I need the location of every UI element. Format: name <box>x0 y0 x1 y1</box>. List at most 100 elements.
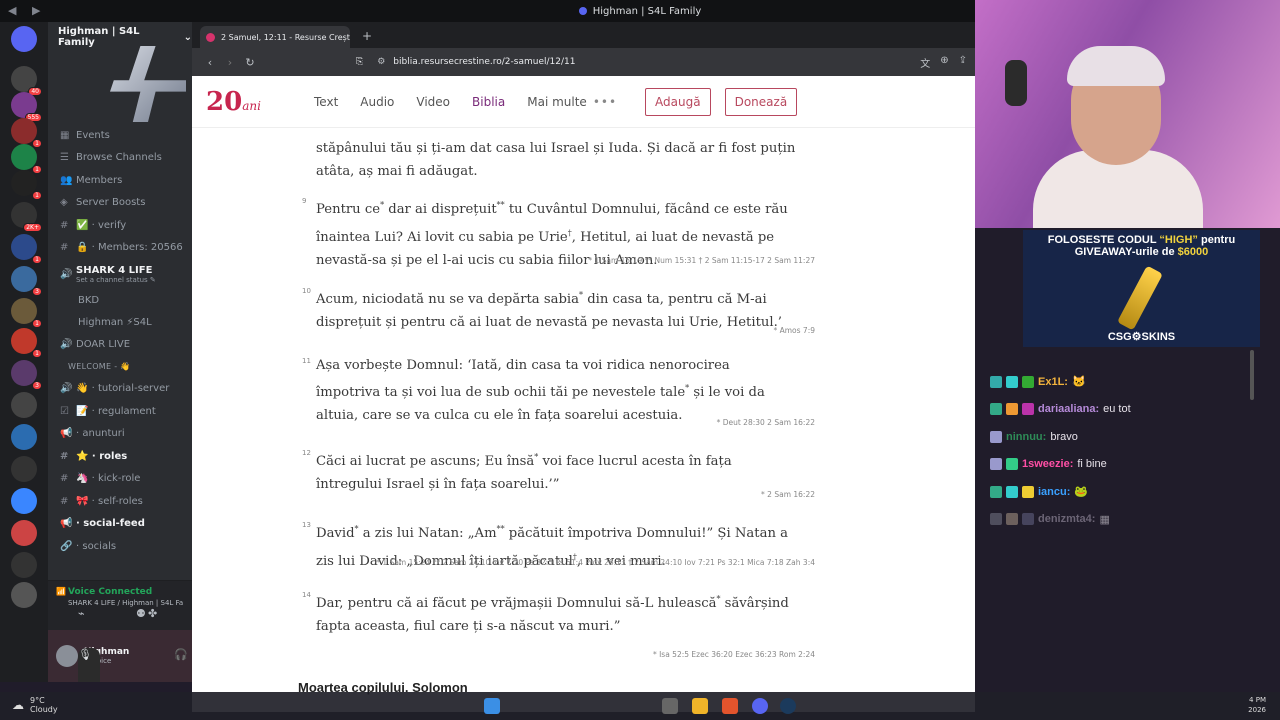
channel-item[interactable]: ☑ 📝 · regulament <box>48 400 192 423</box>
browser-tab[interactable]: 2 Samuel, 12:11 - Resurse Crești ✕ <box>200 26 350 48</box>
server-icon[interactable] <box>11 488 37 514</box>
apps-icon[interactable]: ✤ <box>148 607 157 620</box>
discord-home-icon[interactable] <box>11 26 37 52</box>
channel-item[interactable]: ☰ Browse Channels <box>48 147 192 170</box>
history-nav-icons[interactable]: ◀ ▶ <box>8 4 46 17</box>
chat-badge-icon <box>1006 485 1018 498</box>
chat-scrollbar[interactable] <box>1250 350 1254 400</box>
channel-item[interactable]: 🔊 SHARK 4 LIFE Set a channel status ✎ <box>48 259 192 289</box>
verse-references[interactable]: * 1 Sam 15:19 ** Num 15:31 † 2 Sam 11:15… <box>588 256 815 265</box>
headphones-icon[interactable]: 🎧 <box>174 648 188 661</box>
server-icon[interactable]: 1 <box>11 170 42 200</box>
server-icon[interactable] <box>11 424 37 450</box>
verse-text: stăpânului tău și ți-am dat casa lui Isr… <box>316 141 796 179</box>
add-button[interactable]: Adaugă <box>645 87 711 116</box>
channel-category[interactable]: WELCOME - 👋 <box>48 356 192 378</box>
server-icon[interactable]: 1 <box>11 298 42 328</box>
channel-item[interactable]: # ⭐ · roles <box>48 445 192 468</box>
noise-icon[interactable]: ⌁ <box>78 607 85 620</box>
server-icon[interactable]: 40 <box>11 66 42 96</box>
activity-icon[interactable]: ⚉ <box>136 607 146 620</box>
server-icon[interactable] <box>11 392 37 418</box>
taskview-icon[interactable] <box>662 698 678 714</box>
chat-text: 🐸 <box>1074 486 1089 499</box>
verse-references[interactable]: * 1 Sam 15:24 ** 2 Sam 24:10 Iov 7:20 Ps… <box>376 558 815 567</box>
nav-video[interactable]: Video <box>416 95 450 109</box>
new-tab-icon[interactable]: + <box>362 29 372 43</box>
server-icon[interactable]: 1 <box>11 118 42 148</box>
server-icon[interactable]: 2K+ <box>11 202 42 232</box>
chat-username[interactable]: Ex1L: <box>1038 376 1068 388</box>
channel-item[interactable]: 🔊 DOAR LIVE <box>48 333 192 356</box>
server-icon[interactable] <box>11 582 37 608</box>
channel-item[interactable]: # 🔒 · Members: 20566 <box>48 237 192 260</box>
forward-icon[interactable]: › <box>220 56 240 69</box>
verse-references[interactable]: * 2 Sam 16:22 <box>761 490 815 499</box>
server-icon[interactable]: 1 <box>11 234 42 264</box>
server-icon[interactable]: 1 <box>11 144 42 174</box>
verse-number: 14 <box>302 591 311 599</box>
avatar[interactable] <box>56 645 78 667</box>
clock[interactable]: 4 PM 2026 <box>1248 695 1266 715</box>
hash-icon: # <box>60 450 69 462</box>
server-icon[interactable]: 3 <box>11 360 42 390</box>
channel-item[interactable]: # 🎀 · self-roles <box>48 490 192 513</box>
channel-item[interactable]: ◈ Server Boosts <box>48 192 192 215</box>
bookmark-icon[interactable]: ⎘ <box>356 57 363 67</box>
more-dots-icon[interactable]: ••• <box>593 95 617 109</box>
zoom-icon[interactable]: ⊕ <box>940 55 948 70</box>
nav-text[interactable]: Text <box>314 95 338 109</box>
hash-icon: # <box>60 495 69 507</box>
microphone-icon[interactable]: 🎙 <box>78 648 100 682</box>
chat-username[interactable]: denizmta4: <box>1038 513 1095 525</box>
chevron-down-icon[interactable]: ⌄ <box>184 32 192 43</box>
server-icon[interactable] <box>11 456 37 482</box>
nav-biblia[interactable]: Biblia <box>472 95 505 109</box>
weather-widget[interactable]: ☁ 9°C Cloudy <box>12 696 58 714</box>
file-explorer-icon[interactable] <box>692 698 708 714</box>
channel-status[interactable]: Set a channel status ✎ <box>76 276 156 284</box>
back-icon[interactable]: ‹ <box>200 56 220 69</box>
announce-icon: 📢 <box>60 518 73 530</box>
share-icon[interactable]: ⇪ <box>959 55 967 70</box>
channel-item[interactable]: 📢 · anunturi <box>48 423 192 446</box>
channel-item[interactable]: # ✅ · verify <box>48 214 192 237</box>
server-header[interactable]: Highman | S4L Family ⌄ <box>48 22 192 52</box>
voice-channel[interactable]: SHARK 4 LIFE / Highman | S4L Fa... <box>56 599 184 607</box>
chat-username[interactable]: iancu: <box>1038 486 1070 498</box>
server-icon[interactable]: 3 <box>11 266 42 296</box>
chat-badge-icon <box>990 375 1002 388</box>
site-info-icon[interactable]: ⚙ <box>377 57 385 67</box>
server-icon[interactable] <box>11 520 37 546</box>
server-icon[interactable]: 555 <box>11 92 42 122</box>
channel-item[interactable]: 🔗 · socials <box>48 535 192 558</box>
server-icon[interactable]: 1 <box>11 328 42 358</box>
chat-username[interactable]: dariaaliana: <box>1038 403 1099 415</box>
announce-icon: 📢 <box>60 428 73 440</box>
verse-references[interactable]: * Amos 7:9 <box>773 326 815 335</box>
chat-username[interactable]: ninnuu: <box>1006 431 1046 443</box>
steam-icon[interactable] <box>780 698 796 714</box>
voice-member[interactable]: Highman ⚡S4L <box>48 311 192 333</box>
discord-taskbar-icon[interactable] <box>752 698 768 714</box>
verse-references[interactable]: * Deut 28:30 2 Sam 16:22 <box>717 418 815 427</box>
channel-item[interactable]: # 🦄 · kick-role <box>48 468 192 491</box>
channel-item[interactable]: 🔊 👋 · tutorial-server <box>48 378 192 401</box>
start-icon[interactable] <box>484 698 500 714</box>
channel-item[interactable]: ▦ Events <box>48 124 192 147</box>
brave-icon[interactable] <box>722 698 738 714</box>
channel-label: Members <box>76 174 123 186</box>
channel-item[interactable]: 📢 · social-feed <box>48 513 192 536</box>
nav-audio[interactable]: Audio <box>360 95 394 109</box>
donate-button[interactable]: Donează <box>724 87 798 116</box>
channel-item[interactable]: 👥 Members <box>48 169 192 192</box>
voice-member[interactable]: BKD <box>48 289 192 311</box>
verse-references[interactable]: * Isa 52:5 Ezec 36:20 Ezec 36:23 Rom 2:2… <box>653 650 815 659</box>
translate-icon[interactable]: 文 <box>920 55 930 70</box>
nav-more[interactable]: Mai multe <box>527 95 587 109</box>
url-field[interactable]: ⎘ ⚙ biblia.resursecrestine.ro/2-samuel/1… <box>356 57 576 67</box>
reload-icon[interactable]: ↻ <box>240 56 260 69</box>
chat-username[interactable]: 1sweezie: <box>1022 458 1073 470</box>
server-icon[interactable] <box>11 552 37 578</box>
site-logo[interactable]: 20ani <box>206 87 292 117</box>
